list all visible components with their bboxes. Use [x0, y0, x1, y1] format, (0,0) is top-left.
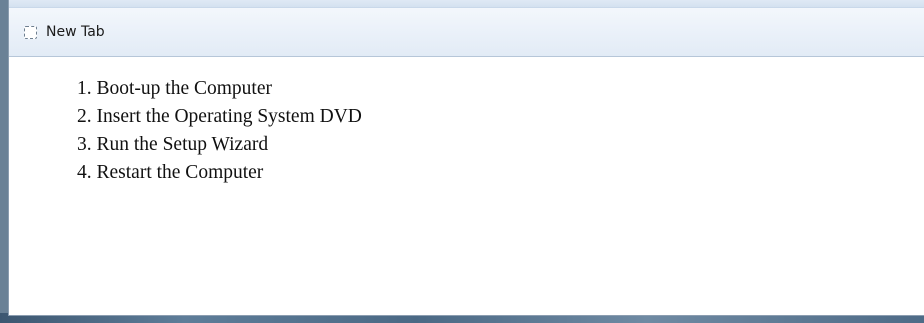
step-number: 2 — [77, 106, 97, 127]
step-number: 4 — [77, 162, 97, 183]
step-text: Run the Setup Wizard — [96, 134, 269, 155]
list-item: 1Boot-up the Computer — [77, 75, 924, 103]
step-text: Boot-up the Computer — [96, 78, 272, 99]
window-title-strip — [9, 0, 924, 8]
step-text: Restart the Computer — [96, 162, 264, 183]
tab-new-tab[interactable]: New Tab — [9, 8, 924, 57]
tab-label: New Tab — [46, 24, 105, 40]
step-number: 3 — [77, 134, 97, 155]
page-content: 1Boot-up the Computer 2Insert the Operat… — [9, 57, 924, 187]
step-number: 1 — [77, 78, 97, 99]
list-item: 3Run the Setup Wizard — [77, 131, 924, 159]
step-text: Insert the Operating System DVD — [96, 106, 362, 127]
browser-window: New Tab 1Boot-up the Computer 2Insert th… — [8, 0, 924, 316]
list-item: 2Insert the Operating System DVD — [77, 103, 924, 131]
blank-page-icon — [24, 25, 37, 39]
list-item: 4Restart the Computer — [77, 159, 924, 187]
steps-list: 1Boot-up the Computer 2Insert the Operat… — [77, 75, 924, 187]
